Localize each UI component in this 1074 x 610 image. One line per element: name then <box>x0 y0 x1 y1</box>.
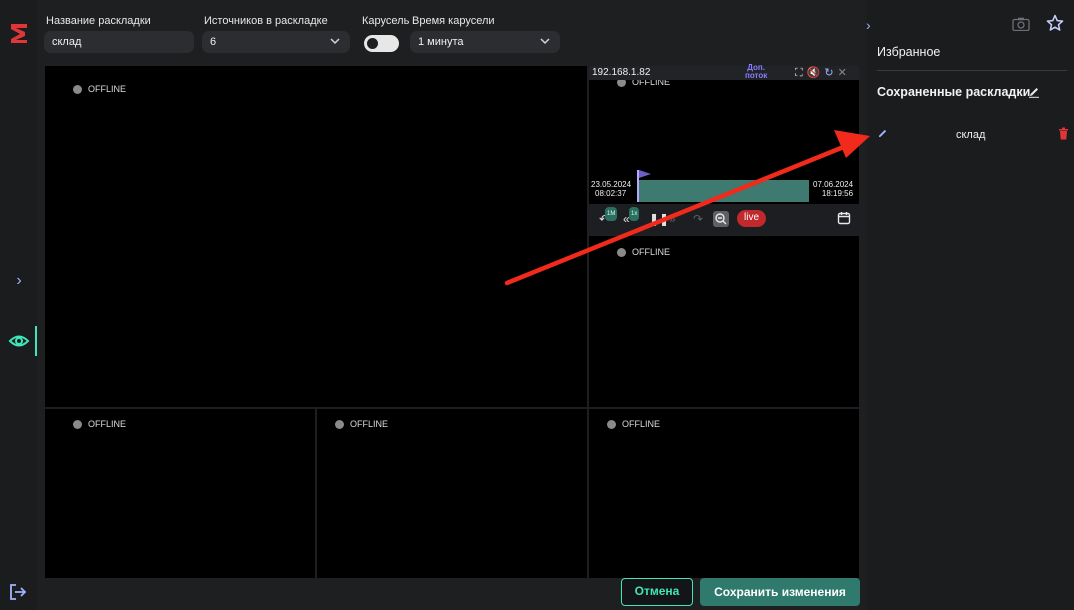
cancel-button[interactable]: Отмена <box>621 578 693 606</box>
chevron-right-icon[interactable]: › <box>11 272 27 290</box>
camera-actions: ⛶ 🔇 ↻ ✕ <box>795 67 847 79</box>
saved-layout-name: склад <box>956 129 986 141</box>
video-tile-5[interactable]: OFFLINE <box>317 409 587 578</box>
timeline-start-date: 23.05.2024 <box>591 180 632 189</box>
video-tile-1[interactable]: OFFLINE <box>45 66 587 407</box>
video-tile-4[interactable]: OFFLINE <box>45 409 315 578</box>
offline-status: OFFLINE <box>617 247 670 257</box>
divider <box>877 70 1067 71</box>
mute-icon[interactable]: 🔇 <box>807 67 821 79</box>
carousel-toggle[interactable] <box>364 35 399 52</box>
calendar-icon[interactable] <box>837 211 851 225</box>
left-rail: › <box>0 0 37 610</box>
camera-header: 192.168.1.82 Доп. поток ⛶ 🔇 ↻ ✕ <box>589 64 859 80</box>
offline-label: OFFLINE <box>88 84 127 94</box>
status-dot <box>335 419 344 429</box>
chevron-down-icon <box>330 38 340 45</box>
logo-icon[interactable] <box>8 22 30 44</box>
fullscreen-icon[interactable]: ⛶ <box>795 67 803 79</box>
carousel-time-value: 1 минута <box>418 36 464 48</box>
video-tile-6[interactable]: OFFLINE <box>589 409 859 578</box>
video-tile-3[interactable]: OFFLINE <box>589 236 859 407</box>
slow-back-icon[interactable]: «1x <box>623 207 640 226</box>
sources-label: Источников в раскладке <box>204 15 328 27</box>
chevron-down-icon <box>540 38 550 45</box>
offline-status: OFFLINE <box>73 84 126 94</box>
flag-icon <box>639 170 651 178</box>
active-indicator <box>35 326 37 356</box>
redo-icon[interactable]: ↷ <box>693 212 703 226</box>
offline-status: OFFLINE <box>73 419 126 429</box>
layout-name-input[interactable]: склад <box>44 31 194 53</box>
extra-stream-link[interactable]: Доп. поток <box>745 64 767 80</box>
pause-icon[interactable]: ❚❚ <box>649 212 669 226</box>
eye-icon[interactable] <box>8 330 30 352</box>
timeline-start-time: 08:02:37 <box>595 189 627 198</box>
offline-label: OFFLINE <box>88 419 127 429</box>
refresh-icon[interactable]: ↻ <box>824 67 833 79</box>
status-dot <box>617 247 626 257</box>
rewind-badge: 1M <box>605 207 618 221</box>
status-dot <box>607 419 616 429</box>
pencil-icon[interactable] <box>1028 86 1040 98</box>
offline-status: OFFLINE <box>607 419 660 429</box>
extra-stream-label-2: поток <box>745 71 768 80</box>
layout-name-label: Название раскладки <box>46 15 151 27</box>
timeline-end-time: 18:19:56 <box>821 189 854 198</box>
fast-forward-icon[interactable]: » <box>669 212 676 226</box>
status-dot <box>73 84 82 94</box>
offline-label: OFFLINE <box>622 419 661 429</box>
playback-controls: ↶ 1M «1x ❚❚ » ↷ live <box>589 204 859 234</box>
layout-name-value: склад <box>52 36 82 48</box>
video-tile-2[interactable]: OFFLINE 192.168.1.82 Доп. поток ⛶ 🔇 ↻ ✕ … <box>589 64 859 234</box>
right-panel: › Избранное Сохраненные раскладки склад <box>866 0 1074 610</box>
camera-ip: 192.168.1.82 <box>592 67 651 78</box>
sources-select[interactable]: 6 <box>202 31 350 53</box>
timeline-start: 23.05.2024 08:02:37 <box>591 180 631 198</box>
carousel-label: Карусель <box>362 15 410 27</box>
favorites-title: Избранное <box>877 45 941 59</box>
speed-badge: 1x <box>629 207 640 221</box>
trash-icon[interactable] <box>1058 127 1069 140</box>
timeline-end: 07.06.2024 18:19:56 <box>813 180 853 198</box>
live-button[interactable]: live <box>737 210 767 227</box>
logout-icon[interactable] <box>9 583 27 601</box>
carousel-time-label: Время карусели <box>412 15 495 27</box>
status-dot <box>73 419 82 429</box>
saved-layout-item[interactable]: склад <box>866 124 1074 148</box>
saved-layouts-title: Сохраненные раскладки <box>877 85 1031 99</box>
offline-label: OFFLINE <box>350 419 389 429</box>
timeline-range[interactable] <box>637 180 809 202</box>
rewind-back-icon[interactable]: ↶ 1M <box>599 207 618 226</box>
timeline-end-date: 07.06.2024 <box>813 180 854 189</box>
carousel-time-select[interactable]: 1 минута <box>410 31 560 53</box>
offline-label: OFFLINE <box>632 247 671 257</box>
camera-icon[interactable] <box>1012 17 1030 31</box>
close-icon[interactable]: ✕ <box>838 67 847 79</box>
sources-value: 6 <box>210 36 217 48</box>
chevron-right-icon[interactable]: › <box>866 17 871 33</box>
pencil-icon[interactable] <box>877 128 888 139</box>
star-icon[interactable] <box>1046 14 1064 32</box>
save-changes-button[interactable]: Сохранить изменения <box>700 578 860 606</box>
archive-timeline[interactable]: 23.05.2024 08:02:37 07.06.2024 18:19:56 <box>589 170 859 204</box>
offline-status: OFFLINE <box>335 419 388 429</box>
toggle-knob <box>367 38 378 49</box>
zoom-out-icon[interactable] <box>713 211 729 227</box>
